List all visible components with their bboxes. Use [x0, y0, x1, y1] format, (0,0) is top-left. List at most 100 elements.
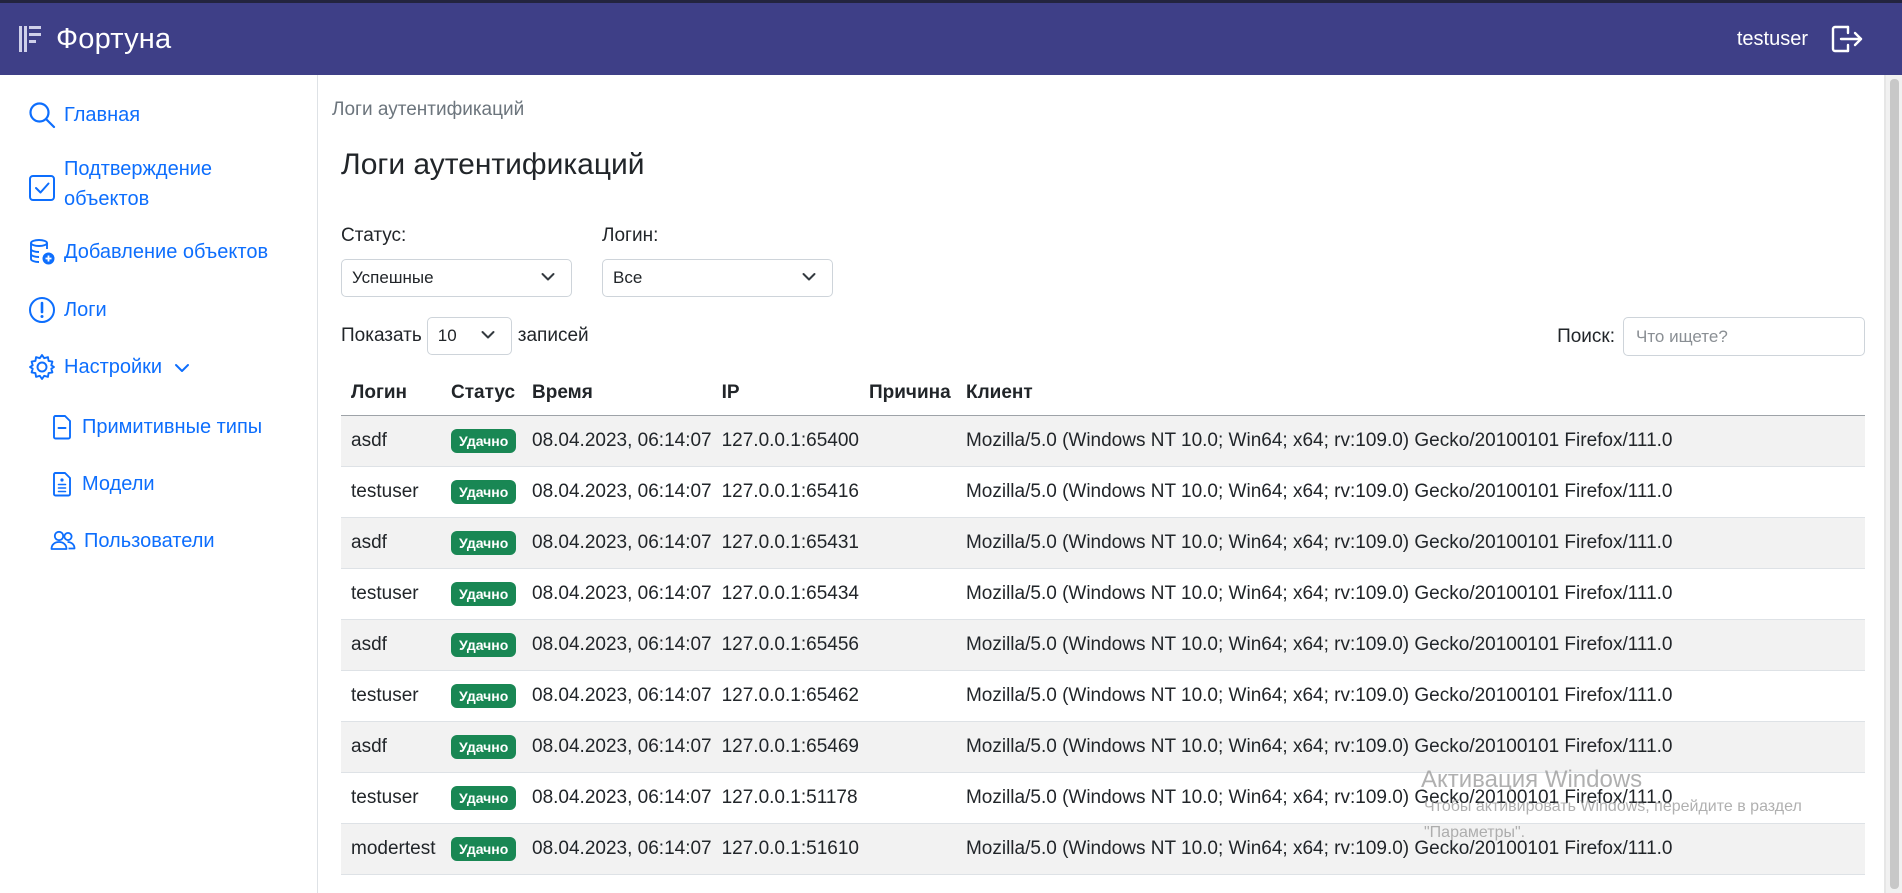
cell-reason	[858, 772, 956, 824]
chevron-down-icon[interactable]	[174, 363, 190, 373]
status-filter-label: Статус:	[341, 225, 407, 246]
status-filter-select[interactable]: Успешные	[341, 259, 572, 297]
table-body: asdf Удачно 08.04.2023, 06:14:07 127.0.0.1:…	[341, 415, 1865, 875]
column-header-client[interactable]: Клиент	[955, 371, 1865, 416]
cell-client: Mozilla/5.0 (Windows NT 10.0; Win64; x64…	[955, 415, 1865, 467]
sidebar-subitem-label: Пользователи	[84, 530, 215, 552]
column-header-time[interactable]: Время	[522, 371, 712, 416]
top-navbar: Фортуна testuser	[0, 0, 1902, 75]
sidebar-subitem-label: Модели	[82, 473, 155, 495]
sidebar-item-home[interactable]: Главная	[28, 100, 274, 130]
cell-ip: 127.0.0.1:65469	[711, 721, 859, 773]
scrollbar-thumb[interactable]	[1890, 79, 1899, 889]
sidebar-item-confirm-objects[interactable]: Подтверждение объектов	[28, 154, 274, 214]
sidebar-item-label: Добавление объектов	[64, 241, 269, 263]
cell-reason	[858, 415, 956, 467]
cell-ip: 127.0.0.1:65416	[711, 466, 859, 518]
table-row: asdf Удачно 08.04.2023, 06:14:07 127.0.0.1:…	[341, 721, 1865, 773]
status-badge: Удачно	[451, 734, 517, 759]
chevron-down-icon	[481, 331, 495, 339]
page-length-value: 10	[437, 326, 457, 345]
cell-client: Mozilla/5.0 (Windows NT 10.0; Win64; x64…	[955, 721, 1865, 773]
table-row: testuser Удачно 08.04.2023, 06:14:07 127.0.…	[341, 466, 1865, 518]
user-area: testuser	[1737, 3, 1864, 75]
cell-ip: 127.0.0.1:65400	[711, 415, 859, 467]
cell-status: Удачно	[441, 772, 522, 824]
cell-login: asdf	[341, 415, 441, 467]
cell-login: testuser	[341, 568, 441, 620]
cell-reason	[858, 568, 956, 620]
search-icon	[29, 102, 56, 129]
cell-time: 08.04.2023, 06:14:07	[522, 568, 712, 620]
cell-status: Удачно	[441, 466, 522, 518]
column-header-ip[interactable]: IP	[711, 371, 859, 416]
page-length-select[interactable]: 10	[426, 317, 512, 355]
sidebar-item-logs[interactable]: Логи	[28, 295, 274, 325]
cell-login: testuser	[341, 772, 441, 824]
sidebar-item-label: Главная	[64, 104, 141, 126]
sidebar-subitem-users[interactable]: Пользователи	[50, 526, 215, 556]
brand-logo-icon	[19, 26, 41, 52]
column-header-status[interactable]: Статус	[441, 371, 522, 416]
exclamation-circle-icon	[29, 297, 55, 323]
cell-login: asdf	[341, 619, 441, 671]
cell-time: 08.04.2023, 06:14:07	[522, 415, 712, 467]
page-title: Логи аутентификаций	[341, 148, 645, 181]
chevron-down-icon	[541, 273, 555, 281]
cell-client: Mozilla/5.0 (Windows NT 10.0; Win64; x64…	[955, 466, 1865, 518]
cell-login: asdf	[341, 517, 441, 569]
cell-status: Удачно	[441, 721, 522, 773]
cell-time: 08.04.2023, 06:14:07	[522, 517, 712, 569]
status-badge: Удачно	[451, 785, 517, 810]
table-header-row: Логин Статус Время IP Причина Клиент	[341, 371, 1865, 416]
page-length-suffix: записей	[517, 325, 589, 346]
logout-icon[interactable]	[1830, 24, 1864, 54]
table-row: modertest Удачно 08.04.2023, 06:14:07 127.0…	[341, 823, 1865, 875]
sidebar-item-label: Подтверждение объектов	[64, 158, 213, 210]
status-badge: Удачно	[451, 581, 517, 606]
login-filter-label: Логин:	[602, 225, 659, 246]
cell-status: Удачно	[441, 670, 522, 722]
username: testuser	[1736, 27, 1808, 50]
status-badge: Удачно	[451, 683, 517, 708]
cell-ip: 127.0.0.1:65431	[711, 517, 859, 569]
cell-time: 08.04.2023, 06:14:07	[522, 823, 712, 875]
page-scrollbar[interactable]	[1885, 75, 1902, 893]
auth-logs-table: Логин Статус Время IP Причина Клиент asd…	[341, 371, 1865, 875]
table-row: asdf Удачно 08.04.2023, 06:14:07 127.0.0.1:…	[341, 619, 1865, 671]
search-control: Поиск:	[1557, 317, 1865, 356]
chevron-down-icon	[802, 273, 816, 281]
search-input[interactable]	[1623, 317, 1865, 356]
cell-status: Удачно	[441, 823, 522, 875]
column-header-login[interactable]: Логин	[341, 371, 441, 416]
sidebar-subitem-label: Примитивные типы	[82, 416, 263, 438]
cell-reason	[858, 721, 956, 773]
table-row: asdf Удачно 08.04.2023, 06:14:07 127.0.0.1:…	[341, 415, 1865, 467]
sidebar-item-settings[interactable]: Настройки	[28, 352, 190, 382]
cell-status: Удачно	[441, 415, 522, 467]
column-header-reason[interactable]: Причина	[858, 371, 956, 416]
table-row: testuser Удачно 08.04.2023, 06:14:07 127.0.…	[341, 772, 1865, 824]
cell-login: modertest	[341, 823, 441, 875]
cell-client: Mozilla/5.0 (Windows NT 10.0; Win64; x64…	[955, 619, 1865, 671]
gear-icon	[29, 354, 55, 380]
status-badge: Удачно	[451, 428, 517, 453]
status-badge: Удачно	[451, 479, 517, 504]
check-square-icon	[29, 175, 55, 201]
main-content: Логи аутентификаций Логи аутентификаций …	[319, 75, 1885, 893]
sidebar-subitem-models[interactable]: Модели	[50, 469, 155, 499]
sidebar: Главная Подтверждение объектов Добавлени…	[0, 75, 318, 893]
cell-ip: 127.0.0.1:65434	[711, 568, 859, 620]
cell-client: Mozilla/5.0 (Windows NT 10.0; Win64; x64…	[955, 823, 1865, 875]
brand[interactable]: Фортуна	[18, 23, 171, 56]
login-filter-select[interactable]: Все	[602, 259, 833, 297]
sidebar-item-label: Логи	[64, 299, 107, 321]
cell-status: Удачно	[441, 619, 522, 671]
cell-time: 08.04.2023, 06:14:07	[522, 466, 712, 518]
cell-client: Mozilla/5.0 (Windows NT 10.0; Win64; x64…	[955, 772, 1865, 824]
login-filter-value: Все	[613, 268, 643, 287]
cell-login: testuser	[341, 466, 441, 518]
sidebar-item-add-objects[interactable]: Добавление объектов	[28, 237, 274, 267]
sidebar-subitem-primitive-types[interactable]: Примитивные типы	[50, 412, 262, 442]
cell-login: testuser	[341, 670, 441, 722]
